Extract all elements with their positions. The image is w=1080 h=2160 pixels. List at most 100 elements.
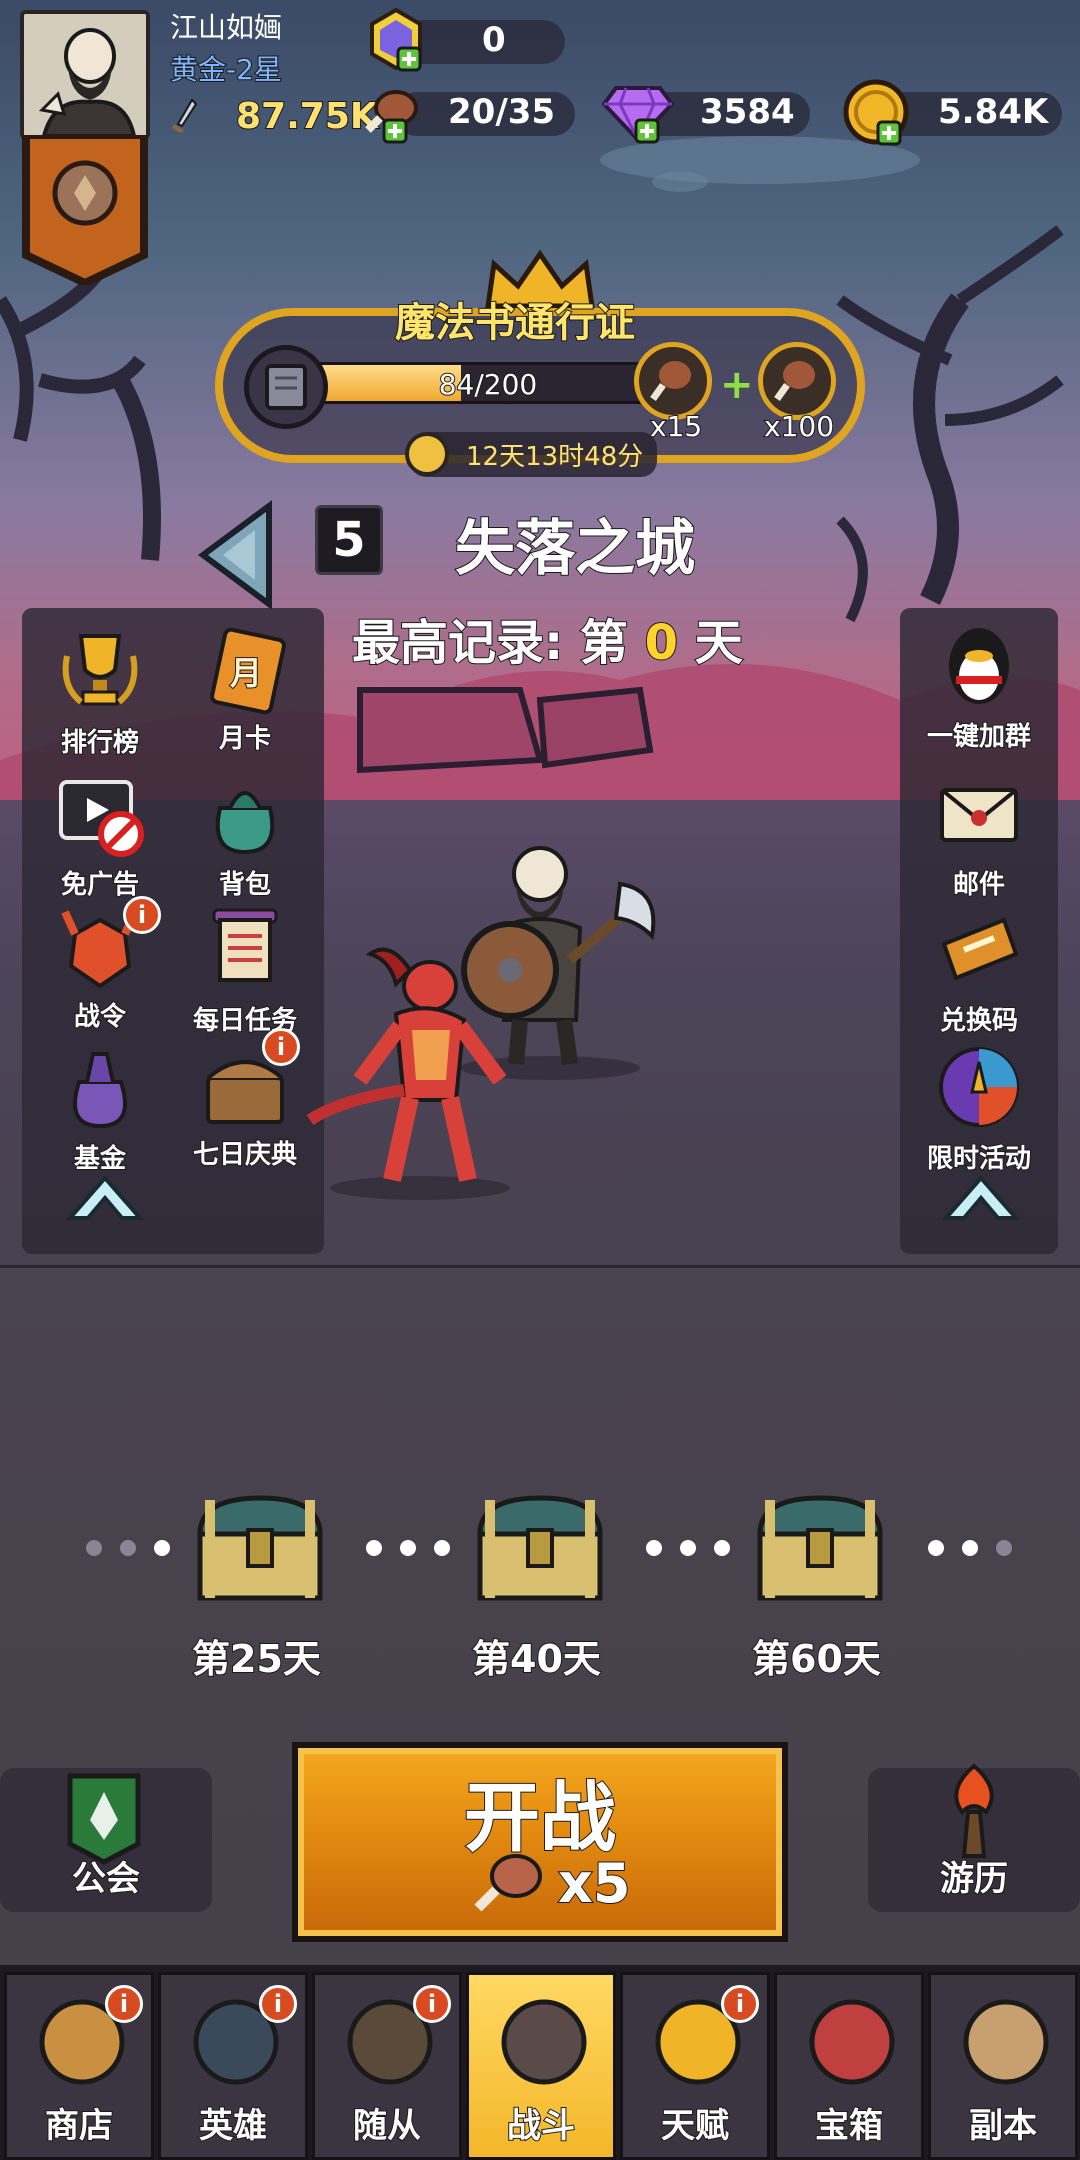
menu-join-group-label: 一键加群 <box>926 721 1032 753</box>
menu-mail[interactable]: 邮件 <box>904 768 1054 901</box>
menu-bag-label: 背包 <box>218 869 272 901</box>
guild-button-label: 公会 <box>71 1858 141 1900</box>
menu-bag[interactable]: 背包 <box>170 768 320 901</box>
trophy-icon <box>62 634 138 706</box>
menu-no-ads[interactable]: 免广告 <box>25 768 175 901</box>
notification-badge: i <box>721 1985 759 2023</box>
progress-dot <box>928 1540 944 1556</box>
notification-badge: i <box>262 1028 300 1066</box>
travel-button[interactable]: 游历 <box>868 1763 1080 1912</box>
menu-daily-tasks[interactable]: 每日任务 <box>170 904 320 1037</box>
nav-tab[interactable]: 战斗 <box>466 1972 616 2160</box>
seven-day-icon: i <box>200 1028 300 1132</box>
fund-icon <box>73 1052 127 1129</box>
nav-tab[interactable]: 宝箱 <box>774 1972 924 2160</box>
collapse-right-menu-icon[interactable] <box>938 1168 1024 1228</box>
stage-name: 失落之城 <box>454 513 696 585</box>
menu-mail-label: 邮件 <box>952 869 1006 901</box>
notification-badge: i <box>413 1985 451 2023</box>
notification-badge: i <box>259 1985 297 2023</box>
progress-dot <box>154 1540 170 1556</box>
menu-ranking[interactable]: 排行榜 <box>25 626 175 759</box>
player-name: 江山如婳 <box>170 11 283 44</box>
pass-reward-meat-big-icon[interactable] <box>758 342 836 420</box>
progress-dot <box>400 1540 416 1556</box>
nav-tab[interactable]: 天赋 i <box>620 1972 770 2160</box>
nav-tab-label: 商店 <box>44 2105 114 2147</box>
milestone-label: 第40天 <box>471 1636 602 1682</box>
menu-ranking-label: 排行榜 <box>60 727 140 759</box>
best-record-suffix: 天 <box>694 614 744 672</box>
progress-dot <box>120 1540 136 1556</box>
player-avatar[interactable] <box>20 10 150 140</box>
progress-dot <box>646 1540 662 1556</box>
daily-task-icon <box>212 908 278 982</box>
no-ads-icon <box>59 780 144 857</box>
redeem-code-icon <box>941 917 1019 981</box>
chest-icon[interactable] <box>190 1490 330 1605</box>
milestone-label: 第60天 <box>751 1636 882 1682</box>
energy-gem-count: 0 <box>482 20 506 60</box>
month-card-icon: 月 <box>200 626 290 716</box>
best-record-value: 0 <box>644 614 679 672</box>
menu-redeem-code-label: 兑换码 <box>939 1005 1019 1037</box>
gold-count: 5.84K <box>938 92 1049 132</box>
nav-tab[interactable]: 商店 i <box>4 1972 154 2160</box>
meat-stamina-icon[interactable] <box>362 84 422 144</box>
menu-month-card[interactable]: 月 月卡 <box>170 626 320 755</box>
plus-icon: + <box>720 362 754 408</box>
pass-reward-2-count: x100 <box>763 409 835 444</box>
nav-tab[interactable]: 英雄 i <box>158 1972 308 2160</box>
nav-tab-label: 英雄 <box>198 2105 268 2147</box>
nav-tab-label: 副本 <box>968 2105 1038 2147</box>
menu-limited-event[interactable]: 限时活动 <box>904 1042 1054 1175</box>
progress-dot <box>434 1540 450 1556</box>
bag-icon <box>215 791 275 855</box>
menu-battle-order[interactable]: i 战令 <box>25 896 175 1033</box>
pass-reward-meat-icon[interactable] <box>634 342 712 420</box>
energy-gem-icon[interactable] <box>368 8 424 72</box>
menu-seven-day[interactable]: i 七日庆典 <box>170 1028 320 1171</box>
menu-month-card-label: 月卡 <box>218 723 272 755</box>
stage-number: 5 <box>315 505 383 575</box>
battle-pass-progress-text: 84/200 <box>438 367 539 402</box>
battle-pass-progress-bar: 84/200 <box>318 362 658 404</box>
previous-stage-arrow[interactable] <box>195 500 275 610</box>
rank-banner-icon[interactable] <box>20 135 150 285</box>
menu-join-group[interactable]: 一键加群 <box>904 620 1054 753</box>
battle-order-icon: i <box>55 896 161 994</box>
menu-fund[interactable]: 基金 <box>25 1042 175 1175</box>
pass-reward-1-count: x15 <box>649 409 703 444</box>
best-record: 最高记录: 第 0 天 <box>351 603 744 673</box>
menu-battle-order-label: 战令 <box>73 1001 127 1033</box>
nav-tab-label: 宝箱 <box>814 2105 884 2147</box>
chest-icon[interactable] <box>470 1490 610 1605</box>
red-demon-enemy <box>306 947 510 1200</box>
nav-tab[interactable]: 随从 i <box>312 1972 462 2160</box>
limited-event-icon <box>939 1047 1019 1127</box>
progress-dot <box>962 1540 978 1556</box>
guild-button[interactable]: 公会 <box>0 1768 212 1912</box>
progress-dot <box>366 1540 382 1556</box>
meat-count: 20/35 <box>448 92 556 132</box>
chest-icon[interactable] <box>750 1490 890 1605</box>
menu-daily-tasks-label: 每日任务 <box>192 1005 298 1037</box>
combat-power: 87.75K <box>235 95 379 138</box>
progress-dot <box>996 1540 1012 1556</box>
nav-tab-label: 战斗 <box>506 2105 576 2147</box>
qq-penguin-icon <box>949 628 1009 704</box>
mail-icon <box>940 788 1018 842</box>
menu-redeem-code[interactable]: 兑换码 <box>904 904 1054 1037</box>
progress-dot <box>86 1540 102 1556</box>
player-rank: 黄金-2星 <box>169 52 283 87</box>
nav-tab[interactable]: 副本 <box>928 1972 1078 2160</box>
menu-seven-day-label: 七日庆典 <box>192 1139 298 1171</box>
gold-coin-icon[interactable] <box>842 78 914 150</box>
diamond-icon[interactable] <box>602 80 676 146</box>
travel-button-label: 游历 <box>939 1858 1009 1900</box>
diamond-count: 3584 <box>700 92 795 132</box>
scroll-map-icon <box>963 1999 1049 2085</box>
collapse-left-menu-icon[interactable] <box>62 1168 148 1228</box>
crossed-swords-icon <box>501 1999 587 2085</box>
menu-no-ads-label: 免广告 <box>60 869 140 901</box>
